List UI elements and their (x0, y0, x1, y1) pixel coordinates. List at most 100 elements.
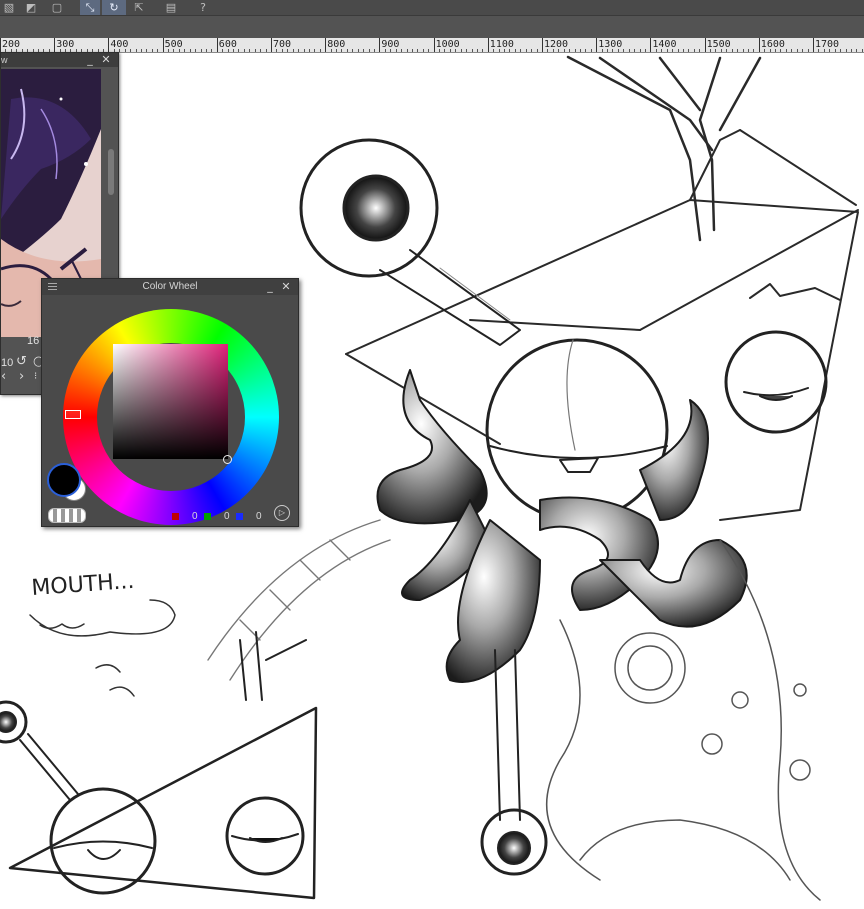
square-icon[interactable]: ▢ (48, 0, 66, 15)
sv-cursor[interactable] (223, 455, 232, 464)
ruler-minor-tick (823, 49, 825, 52)
ruler-minor-tick (411, 49, 413, 52)
ruler-minor-tick (558, 49, 560, 52)
ruler-minor-tick (395, 49, 397, 52)
ruler-minor-tick (460, 49, 462, 52)
main-color-swatch[interactable] (47, 463, 81, 497)
ruler-minor-tick (677, 49, 679, 52)
ruler-minor-tick (390, 49, 392, 52)
fill-icon[interactable]: ◩ (22, 0, 40, 15)
ruler-minor-tick (439, 49, 441, 52)
ruler-minor-tick (547, 49, 549, 52)
ruler-minor-tick (699, 49, 701, 52)
mouth-scribbles (29, 599, 176, 697)
ruler-minor-tick (590, 49, 592, 52)
ruler-minor-tick (254, 49, 256, 52)
ruler-minor-tick (178, 49, 180, 52)
menu-grip-icon[interactable] (48, 283, 57, 290)
ruler-minor-tick (471, 49, 473, 52)
minimize-button[interactable]: _ (264, 280, 276, 294)
saturation-value-square[interactable] (113, 344, 228, 459)
clipboard-icon[interactable]: ▤ (162, 0, 180, 15)
close-button[interactable]: ✕ (280, 280, 292, 294)
ruler-minor-tick (249, 49, 251, 52)
ruler-minor-tick (357, 49, 359, 52)
ruler-minor-tick (655, 49, 657, 52)
prev-icon[interactable]: ‹ (1, 369, 6, 384)
ruler-minor-tick (314, 49, 316, 52)
ruler-minor-tick (417, 49, 419, 52)
ruler-minor-tick (720, 49, 722, 52)
red-indicator (172, 513, 179, 520)
ruler-minor-tick (140, 49, 142, 52)
right-eye (724, 330, 828, 434)
export-icon[interactable]: ⇱ (130, 0, 148, 15)
ruler-minor-tick (585, 49, 587, 52)
zoom-value[interactable]: 10 (1, 357, 13, 369)
ruler-minor-tick (363, 49, 365, 52)
ruler-minor-tick (710, 49, 712, 52)
ruler-minor-tick (731, 49, 733, 52)
rotate-icon[interactable]: ↺ (16, 354, 27, 369)
arch (207, 519, 391, 681)
ruler-minor-tick (151, 49, 153, 52)
ruler-minor-tick (552, 49, 554, 52)
ruler-minor-tick (184, 49, 186, 52)
navigator-header[interactable]: w _ ✕ (1, 53, 118, 67)
ruler-minor-tick (661, 49, 663, 52)
ruler-minor-tick (406, 49, 408, 52)
ruler-minor-tick (189, 49, 191, 52)
ruler-minor-tick (205, 49, 207, 52)
ruler-minor-tick (200, 49, 202, 52)
color-mode-toggle-icon[interactable]: ▷ (274, 505, 290, 521)
ruler-minor-tick (818, 49, 820, 52)
transparent-color-button[interactable] (48, 508, 86, 523)
ruler-minor-tick (146, 49, 148, 52)
navigator-title: w (1, 55, 8, 65)
ruler-minor-tick (520, 49, 522, 52)
next-icon[interactable]: › (19, 369, 24, 384)
close-button[interactable]: ✕ (100, 53, 112, 67)
ruler-minor-tick (195, 49, 197, 52)
ruler-minor-tick (227, 49, 229, 52)
telescope-eye (299, 138, 521, 346)
ruler-minor-tick (336, 49, 338, 52)
help-icon[interactable]: ? (194, 0, 212, 15)
ruler-minor-tick (563, 49, 565, 52)
ruler-minor-tick (281, 49, 283, 52)
ruler-minor-tick (834, 49, 836, 52)
ruler-minor-tick (780, 49, 782, 52)
ruler-minor-tick (796, 49, 798, 52)
lasso-icon[interactable]: ⤡ (80, 0, 100, 15)
color-wheel-body: 0 0 0 ▷ (42, 295, 298, 526)
ruler-minor-tick (742, 49, 744, 52)
ruler-minor-tick (287, 49, 289, 52)
color-wheel-palette[interactable]: Color Wheel _ ✕ 0 0 0 ▷ (41, 278, 299, 527)
ruler-minor-tick (157, 49, 159, 52)
blue-value: 0 (256, 511, 262, 522)
angle-value[interactable]: 16 (27, 335, 39, 347)
ruler-minor-tick (856, 49, 858, 52)
brush-loop-icon[interactable]: ↻ (102, 0, 126, 15)
ruler-minor-tick (715, 49, 717, 52)
minimize-button[interactable]: _ (84, 53, 96, 67)
ruler-minor-tick (769, 49, 771, 52)
ruler-minor-tick (509, 49, 511, 52)
ruler-minor-tick (303, 49, 305, 52)
ruler-minor-tick (569, 49, 571, 52)
hue-cursor[interactable] (65, 410, 81, 419)
ruler-minor-tick (319, 49, 321, 52)
ruler-minor-tick (666, 49, 668, 52)
ruler-minor-tick (612, 49, 614, 52)
ruler-minor-tick (482, 49, 484, 52)
ruler-minor-tick (688, 49, 690, 52)
ruler-minor-tick (243, 49, 245, 52)
ruler-minor-tick (124, 49, 126, 52)
ruler-minor-tick (574, 49, 576, 52)
ruler-minor-tick (807, 49, 809, 52)
color-wheel-header[interactable]: Color Wheel _ ✕ (42, 279, 298, 295)
hatch-icon[interactable]: ▧ (0, 0, 18, 15)
navigator-scrollbar[interactable] (108, 149, 114, 195)
ruler-minor-tick (222, 49, 224, 52)
more-icon[interactable]: ⁝ (34, 371, 37, 382)
